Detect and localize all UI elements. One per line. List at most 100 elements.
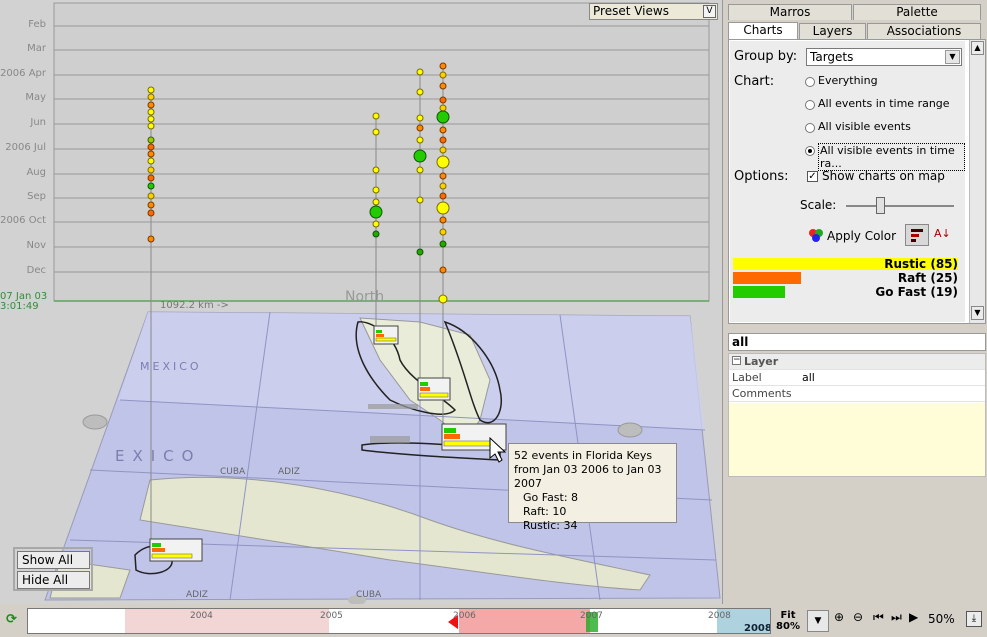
prop-value: all: [802, 371, 815, 384]
fit-percent: 80%: [776, 621, 800, 632]
group-by-label: Group by:: [734, 49, 798, 64]
charts-panel: Group by: Targets ▼ Chart: Everything Al…: [728, 39, 986, 324]
fit-label: Fit: [780, 610, 796, 621]
tab-layers[interactable]: Layers: [799, 23, 866, 39]
month-label: Aug: [26, 167, 46, 178]
month-label: 2006 Apr: [0, 68, 46, 79]
property-sheet: − Layer Label all Comments: [728, 353, 986, 477]
tab-palette[interactable]: Palette: [853, 4, 981, 20]
hide-all-button[interactable]: Hide All: [17, 571, 90, 589]
bar-label: Raft (25): [897, 271, 958, 285]
color-wheel-icon: [808, 227, 824, 243]
preset-views-dropdown[interactable]: Preset Views V: [589, 3, 718, 20]
month-label: May: [25, 92, 46, 103]
prop-row-comments[interactable]: Comments: [729, 386, 985, 402]
tab-marros[interactable]: Marros: [728, 4, 852, 20]
right-panel: Marros Palette Charts Layers Association…: [722, 0, 987, 604]
bar-fill: [733, 286, 785, 298]
map-label: CUBA: [356, 590, 382, 600]
map-chart-box-4: [149, 538, 203, 562]
month-label: 2006 Jul: [5, 142, 46, 153]
month-label: Jun: [30, 117, 46, 128]
timeline-year: 2006: [453, 611, 476, 621]
charts-scrollbar[interactable]: ▲ ▼: [969, 40, 985, 323]
month-label: 2006 Oct: [0, 215, 46, 226]
month-label: Dec: [26, 265, 46, 276]
radio-label: All events in time range: [818, 97, 950, 110]
tab-associations[interactable]: Associations: [867, 23, 981, 39]
timeline-range-faded: [125, 609, 329, 633]
tab-charts[interactable]: Charts: [728, 22, 798, 40]
map-label: CUBA: [220, 467, 246, 477]
layer-section-header[interactable]: − Layer: [729, 354, 985, 370]
map-label: ADIZ: [186, 590, 208, 600]
radio-visible-in-range[interactable]: [805, 146, 815, 156]
radio-label: All visible events: [818, 120, 911, 133]
scale-slider-handle[interactable]: [876, 197, 885, 214]
zoom-out-icon[interactable]: ⊖: [853, 610, 863, 624]
step-forward-icon[interactable]: ⏭: [891, 610, 902, 625]
timeline-menu-chevron-down-icon[interactable]: ▼: [807, 610, 829, 632]
apply-color-button[interactable]: Apply Color: [827, 229, 896, 243]
month-label: Sep: [27, 191, 46, 202]
prop-key: Comments: [732, 387, 792, 400]
current-time-label: 3:01:49: [0, 301, 39, 312]
radio-everything[interactable]: [805, 77, 815, 87]
tooltip-line: Go Fast: 8: [523, 491, 579, 504]
skip-start-icon[interactable]: ⏮: [873, 610, 884, 625]
map-label: ADIZ: [278, 467, 300, 477]
map-chart-box-1: [373, 325, 399, 345]
group-by-select[interactable]: Targets ▼: [806, 48, 962, 66]
scale-label: Scale:: [800, 198, 837, 212]
current-year-label: 2008: [744, 623, 771, 634]
radio-label: Everything: [818, 74, 878, 87]
show-all-button[interactable]: Show All: [17, 551, 90, 569]
3d-view[interactable]: Feb Mar 2006 Apr May Jun 2006 Jul Aug Se…: [0, 0, 722, 604]
timeline-year: 2005: [320, 611, 343, 621]
timeline-year: 2008: [708, 611, 731, 621]
map-chart-box-2: [417, 377, 451, 401]
fit-button[interactable]: Fit 80%: [774, 608, 802, 634]
scroll-down-icon[interactable]: ▼: [971, 306, 984, 320]
tooltip-line: from Jan 03 2006 to Jan 03 2007: [514, 463, 662, 490]
comments-area[interactable]: [729, 403, 985, 476]
radio-time-range[interactable]: [805, 100, 815, 110]
month-label: Mar: [27, 43, 46, 54]
map-label: EXICO: [115, 447, 202, 465]
radio-label: All visible events in time ra...: [818, 143, 965, 171]
bar-label: Rustic (85): [884, 257, 958, 271]
selection-title: all: [728, 333, 986, 351]
chart-label: Chart:: [734, 74, 775, 89]
prop-row-label[interactable]: Label all: [729, 370, 985, 386]
show-charts-checkbox[interactable]: ✓: [807, 171, 818, 182]
charts-settings: Group by: Targets ▼ Chart: Everything Al…: [730, 41, 965, 322]
timeline-year: 2007: [580, 611, 603, 621]
chevron-down-icon[interactable]: ▼: [945, 50, 960, 64]
timeline-selected-range[interactable]: [459, 609, 590, 633]
play-icon[interactable]: ▶: [909, 610, 918, 624]
preset-views-toggle-button[interactable]: V: [703, 5, 716, 18]
map-label: MEXICO: [140, 360, 202, 373]
zoom-in-icon[interactable]: ⊕: [834, 610, 844, 624]
tooltip-line: Rustic: 34: [523, 519, 578, 532]
timeline-year: 2004: [190, 611, 213, 621]
refresh-icon[interactable]: ⟳: [6, 612, 20, 627]
options-label: Options:: [734, 169, 789, 184]
bar-fill: [733, 272, 801, 284]
event-tooltip: 52 events in Florida Keys from Jan 03 20…: [508, 443, 677, 532]
download-icon[interactable]: ⤓: [966, 611, 982, 627]
group-by-value: Targets: [810, 50, 854, 64]
scroll-up-icon[interactable]: ▲: [971, 41, 984, 55]
tooltip-line: 52 events in Florida Keys: [514, 449, 653, 462]
scale-slider-track[interactable]: [846, 205, 954, 207]
preset-views-label: Preset Views: [593, 4, 669, 18]
timeline-track[interactable]: 2004 2005 2006 2007 2008 2008: [27, 608, 771, 634]
radio-visible-events[interactable]: [805, 123, 815, 133]
prop-key: Label: [732, 371, 762, 384]
distance-label: 1092.2 km ->: [160, 300, 229, 311]
tooltip-line: Raft: 10: [523, 505, 567, 518]
sort-az-icon[interactable]: A↓: [934, 227, 951, 240]
layer-section-label: Layer: [744, 355, 779, 368]
collapse-icon[interactable]: −: [732, 356, 741, 365]
bar-chart-type-icon[interactable]: [905, 224, 929, 246]
